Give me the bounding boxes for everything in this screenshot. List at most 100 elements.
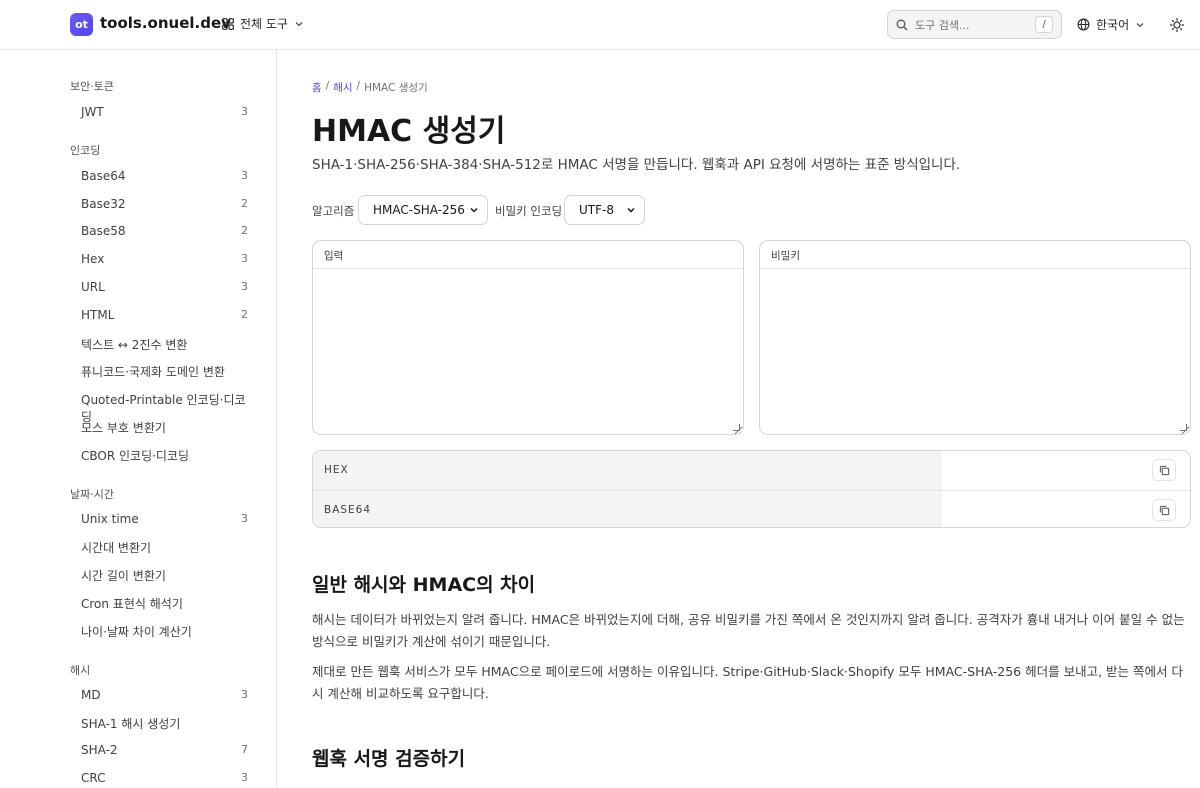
- key-encoding-select[interactable]: UTF-8: [564, 195, 645, 225]
- language-label: 한국어: [1096, 18, 1130, 32]
- section-heading: 웹훅 서명 검증하기: [312, 748, 466, 770]
- sidebar-item-age-calculator[interactable]: 나이·날짜 차이 계산기: [81, 623, 248, 640]
- resize-handle[interactable]: [1180, 424, 1187, 431]
- sidebar-item-html[interactable]: HTML 2: [81, 308, 248, 322]
- algorithm-select[interactable]: HMAC-SHA-256: [358, 195, 488, 225]
- sidebar-item-label: Base32: [81, 197, 126, 211]
- sidebar-item-count: 3: [241, 771, 248, 784]
- sidebar-item-count: 3: [241, 105, 248, 118]
- globe-icon: [1077, 18, 1090, 31]
- sidebar-item-label: SHA-2: [81, 743, 118, 757]
- algorithm-label: 알고리즘: [312, 204, 355, 218]
- sidebar-item-cbor[interactable]: CBOR 인코딩·디코딩: [81, 447, 248, 464]
- sidebar-item-morse[interactable]: 모스 부호 변환기: [81, 419, 248, 436]
- sidebar-item-text-binary[interactable]: 텍스트 ↔ 2진수 변환: [81, 336, 248, 353]
- copy-icon: [1159, 465, 1169, 475]
- copy-button[interactable]: [1152, 459, 1176, 481]
- sidebar-item-hex[interactable]: Hex 3: [81, 252, 248, 266]
- site-name[interactable]: tools.onuel.dev: [100, 14, 231, 32]
- all-tools-label: 전체 도구: [240, 17, 288, 31]
- sidebar-group-title: 보안·토큰: [70, 80, 114, 93]
- sidebar-item-label: JWT: [81, 105, 104, 119]
- output-table: HEX BASE64: [312, 450, 1191, 528]
- sidebar: 보안·토큰 JWT 3 인코딩 Base64 3 Base32 2 Base58 2 H…: [0, 50, 277, 788]
- input-pane: 입력: [312, 240, 744, 435]
- search-placeholder: 도구 검색...: [915, 18, 970, 32]
- breadcrumb-home-link[interactable]: 홈: [312, 80, 322, 95]
- sidebar-item-label: 모스 부호 변환기: [81, 421, 166, 435]
- chevron-down-icon: [627, 207, 635, 213]
- search-input[interactable]: 도구 검색... /: [887, 10, 1062, 39]
- page-subtitle: SHA-1·SHA-256·SHA-384·SHA-512로 HMAC 서명을 …: [312, 157, 961, 173]
- sidebar-item-base64[interactable]: Base64 3: [81, 169, 248, 183]
- sidebar-item-timezone[interactable]: 시간대 변환기: [81, 539, 248, 556]
- copy-button[interactable]: [1152, 499, 1176, 521]
- sidebar-item-crc[interactable]: CRC 3: [81, 771, 248, 785]
- sidebar-item-label: 나이·날짜 차이 계산기: [81, 625, 192, 639]
- sidebar-item-label: CBOR 인코딩·디코딩: [81, 449, 190, 463]
- sidebar-item-sha2[interactable]: SHA-2 7: [81, 743, 248, 757]
- logo-badge[interactable]: ot: [70, 13, 93, 36]
- sidebar-item-count: 3: [241, 688, 248, 701]
- page-title: HMAC 생성기: [312, 114, 506, 149]
- sidebar-item-label: Unix time: [81, 512, 139, 526]
- sidebar-group-title: 날짜·시간: [70, 488, 114, 501]
- sidebar-item-label: CRC: [81, 771, 106, 785]
- grid-icon: [222, 17, 234, 30]
- sidebar-item-count: 2: [241, 308, 248, 321]
- language-selector[interactable]: 한국어: [1077, 16, 1145, 33]
- sidebar-item-base32[interactable]: Base32 2: [81, 197, 248, 211]
- sidebar-item-sha1[interactable]: SHA-1 해시 생성기: [81, 715, 248, 732]
- sidebar-item-label: Base58: [81, 224, 126, 238]
- algorithm-value: HMAC-SHA-256: [373, 203, 465, 217]
- input-label: 입력: [313, 241, 743, 269]
- sidebar-item-label: Cron 표현식 해석기: [81, 597, 183, 611]
- key-encoding-value: UTF-8: [579, 203, 614, 217]
- breadcrumb-separator: /: [356, 80, 361, 92]
- chevron-down-icon: [470, 207, 478, 213]
- sun-icon[interactable]: [1168, 16, 1186, 34]
- secret-textarea[interactable]: [760, 269, 1190, 434]
- all-tools-menu[interactable]: 전체 도구: [222, 15, 304, 32]
- sidebar-item-label: 텍스트 ↔ 2진수 변환: [81, 338, 188, 352]
- sidebar-item-base58[interactable]: Base58 2: [81, 224, 248, 238]
- resize-handle[interactable]: [733, 424, 740, 431]
- breadcrumb-separator: /: [325, 80, 330, 92]
- sidebar-item-label: URL: [81, 280, 105, 294]
- sidebar-item-duration[interactable]: 시간 길이 변환기: [81, 567, 248, 584]
- chevron-down-icon: [1136, 22, 1144, 27]
- sidebar-item-unix-time[interactable]: Unix time 3: [81, 512, 248, 526]
- sidebar-item-label: 퓨니코드·국제화 도메인 변환: [81, 365, 225, 379]
- sidebar-item-label: MD: [81, 688, 101, 702]
- article-paragraph: 해시는 데이터가 바뀌었는지 알려 줍니다. HMAC은 바뀌었는지에 더해, …: [312, 612, 1185, 649]
- output-label: HEX: [313, 451, 942, 490]
- sidebar-item-count: 3: [241, 169, 248, 182]
- sidebar-item-count: 3: [241, 252, 248, 265]
- sidebar-item-label: 시간대 변환기: [81, 541, 152, 555]
- top-header: ot tools.onuel.dev 전체 도구 도구 검색... / 한국어: [0, 0, 1200, 50]
- sidebar-item-md[interactable]: MD 3: [81, 688, 248, 702]
- key-encoding-label: 비밀키 인코딩: [495, 204, 563, 218]
- sidebar-group-title: 해시: [70, 664, 91, 677]
- sidebar-item-jwt[interactable]: JWT 3: [81, 105, 248, 119]
- input-textarea[interactable]: [313, 269, 743, 434]
- sidebar-item-cron[interactable]: Cron 표현식 해석기: [81, 595, 248, 612]
- sidebar-item-count: 3: [241, 280, 248, 293]
- breadcrumb: 홈 / 해시 / HMAC 생성기: [312, 80, 428, 95]
- secret-label: 비밀키: [760, 241, 1190, 269]
- copy-icon: [1159, 505, 1169, 515]
- chevron-down-icon: [295, 21, 303, 26]
- output-label: BASE64: [313, 491, 942, 527]
- secret-pane: 비밀키: [759, 240, 1191, 435]
- sidebar-item-url[interactable]: URL 3: [81, 280, 248, 294]
- sidebar-item-count: 3: [241, 512, 248, 525]
- sidebar-item-label: HTML: [81, 308, 115, 322]
- section-heading: 일반 해시와 HMAC의 차이: [312, 574, 536, 596]
- search-shortcut-key: /: [1035, 16, 1053, 33]
- breadcrumb-category-link[interactable]: 해시: [333, 80, 352, 95]
- output-row-base64: BASE64: [313, 490, 1190, 527]
- search-icon: [896, 19, 908, 30]
- breadcrumb-current: HMAC 생성기: [364, 82, 428, 94]
- sidebar-item-punycode[interactable]: 퓨니코드·국제화 도메인 변환: [81, 363, 248, 380]
- sidebar-group-title: 인코딩: [70, 144, 101, 157]
